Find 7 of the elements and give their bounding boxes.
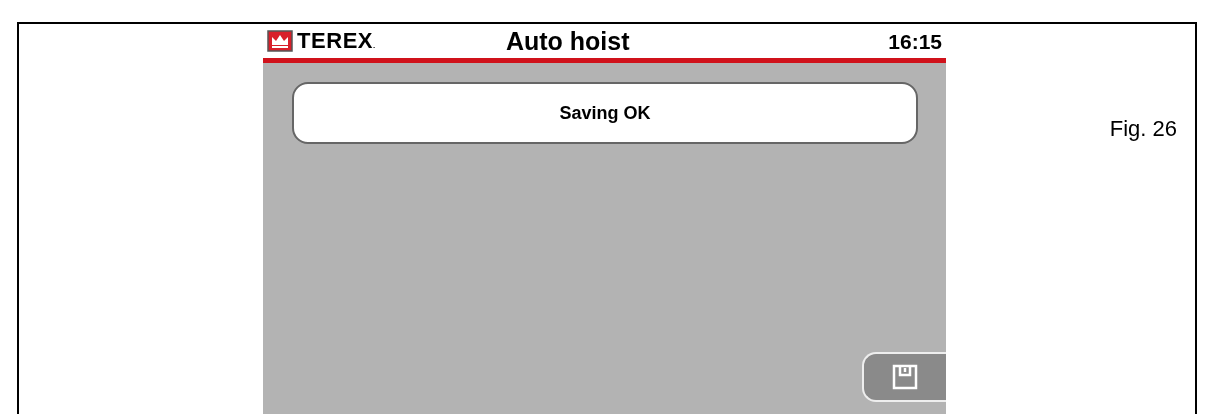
status-message: Saving OK xyxy=(292,82,918,144)
clock-time: 16:15 xyxy=(888,30,942,52)
brand-name: TEREX. xyxy=(297,30,376,52)
figure-caption: Fig. 26 xyxy=(1109,118,1177,140)
crown-logo-icon xyxy=(267,30,293,52)
screen-title: Auto hoist xyxy=(505,28,630,54)
save-button[interactable] xyxy=(862,352,946,402)
